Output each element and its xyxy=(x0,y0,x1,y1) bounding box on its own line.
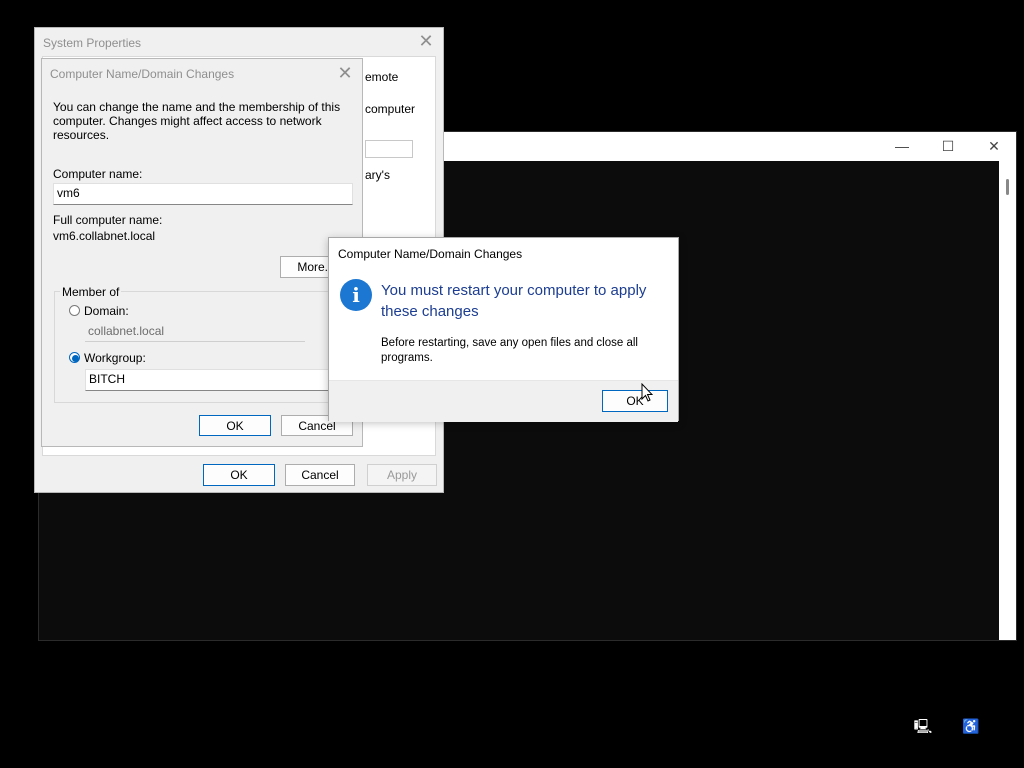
computer-name-label: Computer name: xyxy=(53,167,143,181)
ok-button[interactable]: OK xyxy=(203,464,275,486)
workgroup-input[interactable]: BITCH xyxy=(85,369,345,391)
maximize-icon[interactable]: ☐ xyxy=(925,132,971,161)
dialog-title: Computer Name/Domain Changes xyxy=(50,67,235,81)
computer-name-input[interactable]: vm6 xyxy=(53,183,353,205)
info-icon: i xyxy=(340,279,372,311)
mouse-cursor-icon xyxy=(641,383,653,402)
ok-button[interactable]: OK xyxy=(199,415,271,436)
ok-button[interactable]: OK xyxy=(602,390,668,412)
close-icon[interactable]: ✕ xyxy=(971,132,1017,161)
window-title: System Properties xyxy=(43,36,142,50)
close-icon[interactable]: ✕ xyxy=(415,30,437,52)
network-icon[interactable]: 🖳 xyxy=(913,716,933,736)
dialog-title: Computer Name/Domain Changes xyxy=(338,247,523,261)
workgroup-label: Workgroup: xyxy=(84,351,146,365)
intro-text: You can change the name and the membersh… xyxy=(53,100,341,142)
partial-button[interactable] xyxy=(365,140,413,158)
computer-name-dialog: Computer Name/Domain Changes ✕ You can c… xyxy=(41,58,363,447)
domain-radio[interactable] xyxy=(69,305,80,316)
apply-button[interactable]: Apply xyxy=(367,464,437,486)
main-instruction: You must restart your computer to apply … xyxy=(381,282,647,320)
tab-remote-partial[interactable]: emote xyxy=(365,70,398,84)
scrollbar-thumb[interactable] xyxy=(1006,179,1009,195)
content-text: Before restarting, save any open files a… xyxy=(381,337,638,364)
close-icon[interactable]: ✕ xyxy=(334,62,356,84)
dialog-footer: OK xyxy=(329,380,678,422)
domain-input[interactable]: collabnet.local xyxy=(85,322,305,342)
domain-label: Domain: xyxy=(84,304,129,318)
partial-text: ary's xyxy=(365,168,390,182)
full-name-value: vm6.collabnet.local xyxy=(53,229,156,243)
workgroup-radio[interactable] xyxy=(69,352,80,363)
partial-text: computer xyxy=(365,102,416,116)
minimize-icon[interactable]: — xyxy=(879,132,925,161)
cancel-button[interactable]: Cancel xyxy=(285,464,355,486)
member-of-label: Member of xyxy=(60,285,122,299)
accessibility-icon[interactable]: ♿ xyxy=(961,716,981,736)
console-scrollbar[interactable] xyxy=(999,161,1016,640)
full-name-label: Full computer name: xyxy=(53,213,163,227)
restart-message-box: Computer Name/Domain Changes i You must … xyxy=(328,237,679,422)
